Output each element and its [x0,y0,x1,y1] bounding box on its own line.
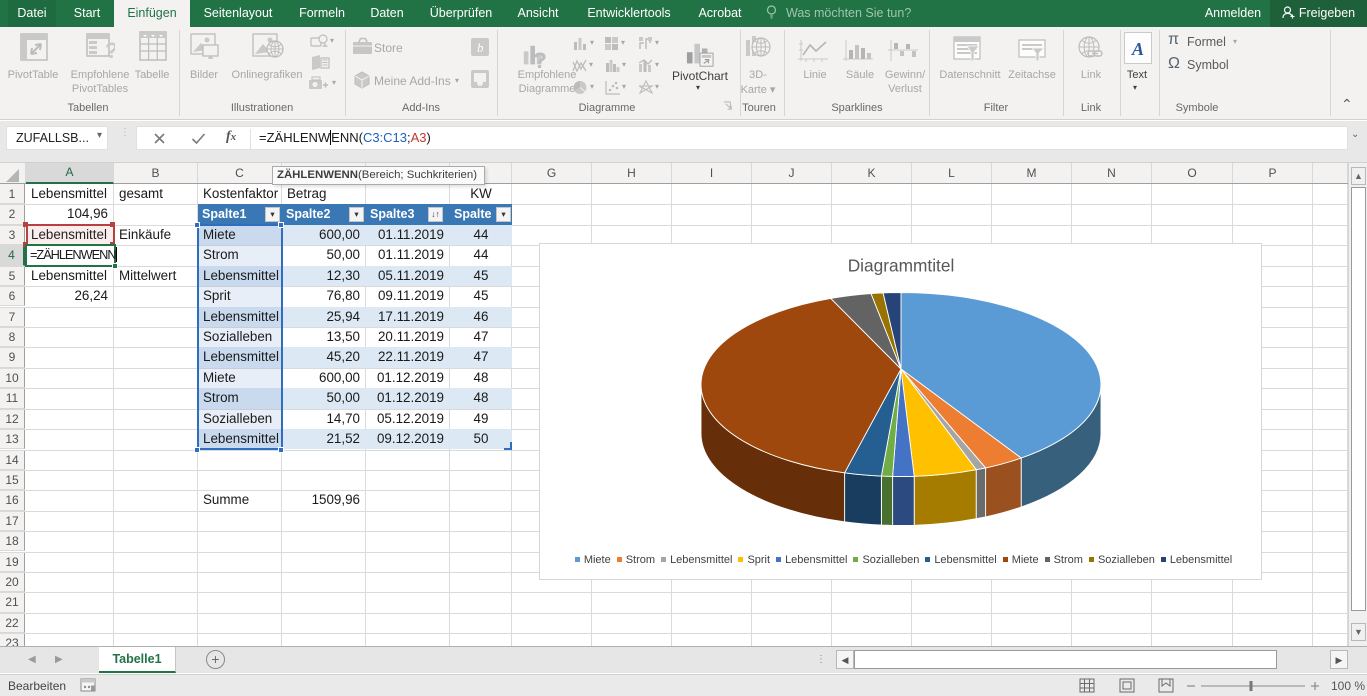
svg-text:A: A [1131,39,1144,59]
svg-text:b: b [477,40,484,55]
svg-text:?: ? [105,38,115,62]
svg-text:?: ? [533,48,547,70]
svg-text:Diagrammtitel: Diagrammtitel [848,256,955,276]
